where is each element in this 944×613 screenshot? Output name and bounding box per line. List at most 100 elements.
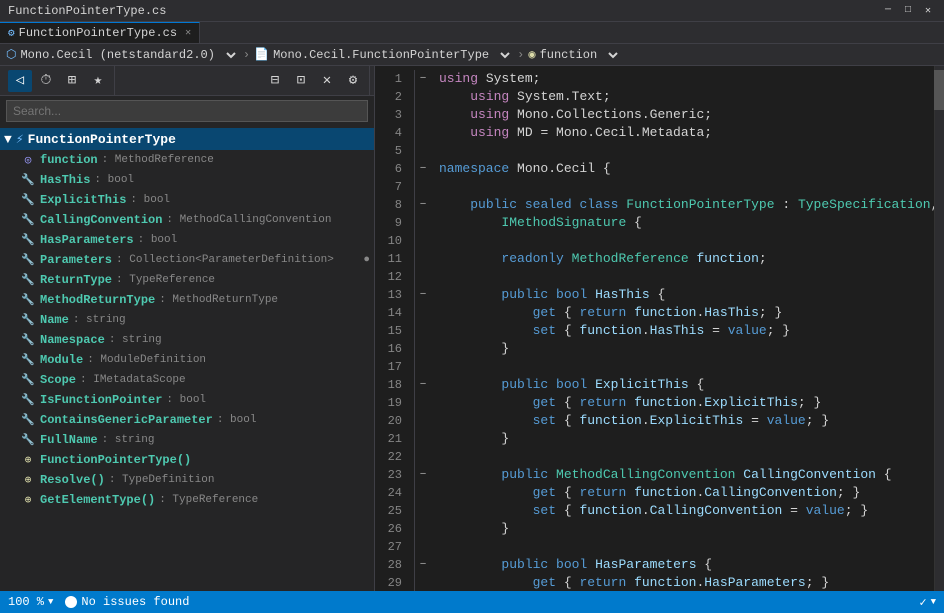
code-area[interactable]: 1 − using System; 2 using System.Text; 3…	[375, 66, 944, 591]
prop-icon: 🔧	[20, 372, 36, 388]
tree-root-label: FunctionPointerType	[28, 132, 176, 147]
tree-root[interactable]: ▼ ⚡ FunctionPointerType	[0, 128, 374, 150]
collapse-gutter	[415, 232, 431, 250]
code-line: 18 − public bool ExplicitThis {	[375, 376, 944, 394]
close-button[interactable]: ✕	[920, 3, 936, 19]
toolbar-nav: ◁ ⏱ ⊞ ★	[4, 66, 115, 95]
line-number: 24	[375, 484, 415, 502]
prop-icon: 🔧	[20, 272, 36, 288]
code-line: 21 }	[375, 430, 944, 448]
vertical-scrollbar[interactable]	[934, 66, 944, 591]
maximize-button[interactable]: □	[900, 3, 916, 19]
action-settings-button[interactable]: ⚙	[341, 70, 365, 92]
tab-file-icon: ⚙	[8, 26, 15, 40]
project-dropdown[interactable]	[219, 47, 239, 63]
code-line: 26 }	[375, 520, 944, 538]
nav-back-button[interactable]: ◁	[8, 70, 32, 92]
code-line: 19 get { return function.ExplicitThis; }	[375, 394, 944, 412]
nav-star-button[interactable]: ★	[86, 70, 110, 92]
code-line: 8 − public sealed class FunctionPointerT…	[375, 196, 944, 214]
collapse-gutter[interactable]: −	[415, 196, 431, 214]
list-item[interactable]: 🔧 ContainsGenericParameter : bool	[0, 410, 374, 430]
action-new-button[interactable]: ⊡	[289, 70, 313, 92]
list-item[interactable]: 🔧 ExplicitThis : bool	[0, 190, 374, 210]
code-line: 28 − public bool HasParameters {	[375, 556, 944, 574]
status-issues[interactable]: No issues found	[65, 595, 189, 609]
breadcrumb-project-name: Mono.Cecil (netstandard2.0)	[20, 48, 214, 62]
project-icon: ⬡	[6, 47, 16, 62]
code-line: 9 IMethodSignature {	[375, 214, 944, 232]
prop-icon: 🔧	[20, 352, 36, 368]
list-item[interactable]: 🔧 Name : string	[0, 310, 374, 330]
line-content: readonly MethodReference function;	[431, 250, 944, 268]
line-content: get { return function.HasParameters; }	[431, 574, 944, 591]
minimize-button[interactable]: ─	[880, 3, 896, 19]
collapse-gutter[interactable]: −	[415, 376, 431, 394]
action-copy-button[interactable]: ⊟	[263, 70, 287, 92]
line-number: 18	[375, 376, 415, 394]
list-item[interactable]: ⊕ FunctionPointerType()	[0, 450, 374, 470]
left-panel: ◁ ⏱ ⊞ ★ ⊟ ⊡ ✕ ⚙ ▼ ⚡ FunctionPointerType	[0, 66, 375, 591]
list-item[interactable]: 🔧 ReturnType : TypeReference	[0, 270, 374, 290]
symbol-dropdown[interactable]	[601, 47, 621, 63]
nav-clock-button[interactable]: ⏱	[34, 70, 58, 92]
code-lines: 1 − using System; 2 using System.Text; 3…	[375, 70, 944, 591]
list-item[interactable]: 🔧 FullName : string	[0, 430, 374, 450]
action-check-icon: ✓	[919, 595, 926, 610]
list-item[interactable]: 🔧 Scope : IMetadataScope	[0, 370, 374, 390]
list-item[interactable]: 🔧 Namespace : string	[0, 330, 374, 350]
nav-tree-button[interactable]: ⊞	[60, 70, 84, 92]
collapse-gutter[interactable]: −	[415, 286, 431, 304]
list-item[interactable]: ⊕ GetElementType() : TypeReference	[0, 490, 374, 510]
list-item[interactable]: 🔧 Parameters : Collection<ParameterDefin…	[0, 250, 374, 270]
list-item[interactable]: ◎ function : MethodReference	[0, 150, 374, 170]
code-editor: 1 − using System; 2 using System.Text; 3…	[375, 66, 944, 591]
tab-label: FunctionPointerType.cs	[19, 26, 177, 40]
code-line: 6 − namespace Mono.Cecil {	[375, 160, 944, 178]
prop-icon: 🔧	[20, 172, 36, 188]
list-item[interactable]: 🔧 HasThis : bool	[0, 170, 374, 190]
line-content: using MD = Mono.Cecil.Metadata;	[431, 124, 944, 142]
line-content: set { function.ExplicitThis = value; }	[431, 412, 944, 430]
status-zoom[interactable]: 100 % ▼	[8, 595, 53, 609]
collapse-gutter	[415, 304, 431, 322]
line-number: 7	[375, 178, 415, 196]
collapse-gutter	[415, 322, 431, 340]
collapse-gutter[interactable]: −	[415, 70, 431, 88]
code-line: 2 using System.Text;	[375, 88, 944, 106]
line-number: 9	[375, 214, 415, 232]
line-number: 19	[375, 394, 415, 412]
code-line: 24 get { return function.CallingConventi…	[375, 484, 944, 502]
breadcrumb-project: ⬡ Mono.Cecil (netstandard2.0)	[6, 47, 239, 63]
list-item[interactable]: ⊕ Resolve() : TypeDefinition	[0, 470, 374, 490]
list-item[interactable]: 🔧 MethodReturnType : MethodReturnType	[0, 290, 374, 310]
tab-close-button[interactable]: ✕	[185, 27, 191, 39]
code-line: 1 − using System;	[375, 70, 944, 88]
collapse-gutter[interactable]: −	[415, 466, 431, 484]
code-line: 23 − public MethodCallingConvention Call…	[375, 466, 944, 484]
title-bar-controls: ─ □ ✕	[880, 3, 936, 19]
file-dropdown[interactable]	[493, 47, 513, 63]
scrollbar-thumb[interactable]	[934, 70, 944, 110]
code-line: 17	[375, 358, 944, 376]
line-content: public bool HasParameters {	[431, 556, 944, 574]
collapse-gutter	[415, 124, 431, 142]
list-item[interactable]: 🔧 CallingConvention : MethodCallingConve…	[0, 210, 374, 230]
collapse-gutter[interactable]: −	[415, 160, 431, 178]
action-close-button[interactable]: ✕	[315, 70, 339, 92]
collapse-gutter	[415, 574, 431, 591]
list-item[interactable]: 🔧 IsFunctionPointer : bool	[0, 390, 374, 410]
collapse-gutter	[415, 484, 431, 502]
collapse-gutter[interactable]: −	[415, 556, 431, 574]
line-number: 16	[375, 340, 415, 358]
list-item[interactable]: 🔧 Module : ModuleDefinition	[0, 350, 374, 370]
method-icon: ⊕	[20, 472, 36, 488]
line-content: using System;	[431, 70, 944, 88]
breadcrumb-sep2: ›	[517, 48, 524, 62]
search-input[interactable]	[6, 100, 368, 122]
list-item[interactable]: 🔧 HasParameters : bool	[0, 230, 374, 250]
line-content: get { return function.CallingConvention;…	[431, 484, 944, 502]
tab-functionpointertype[interactable]: ⚙ FunctionPointerType.cs ✕	[0, 22, 200, 43]
line-content	[431, 178, 944, 196]
status-actions[interactable]: ✓ ▼	[919, 595, 936, 610]
